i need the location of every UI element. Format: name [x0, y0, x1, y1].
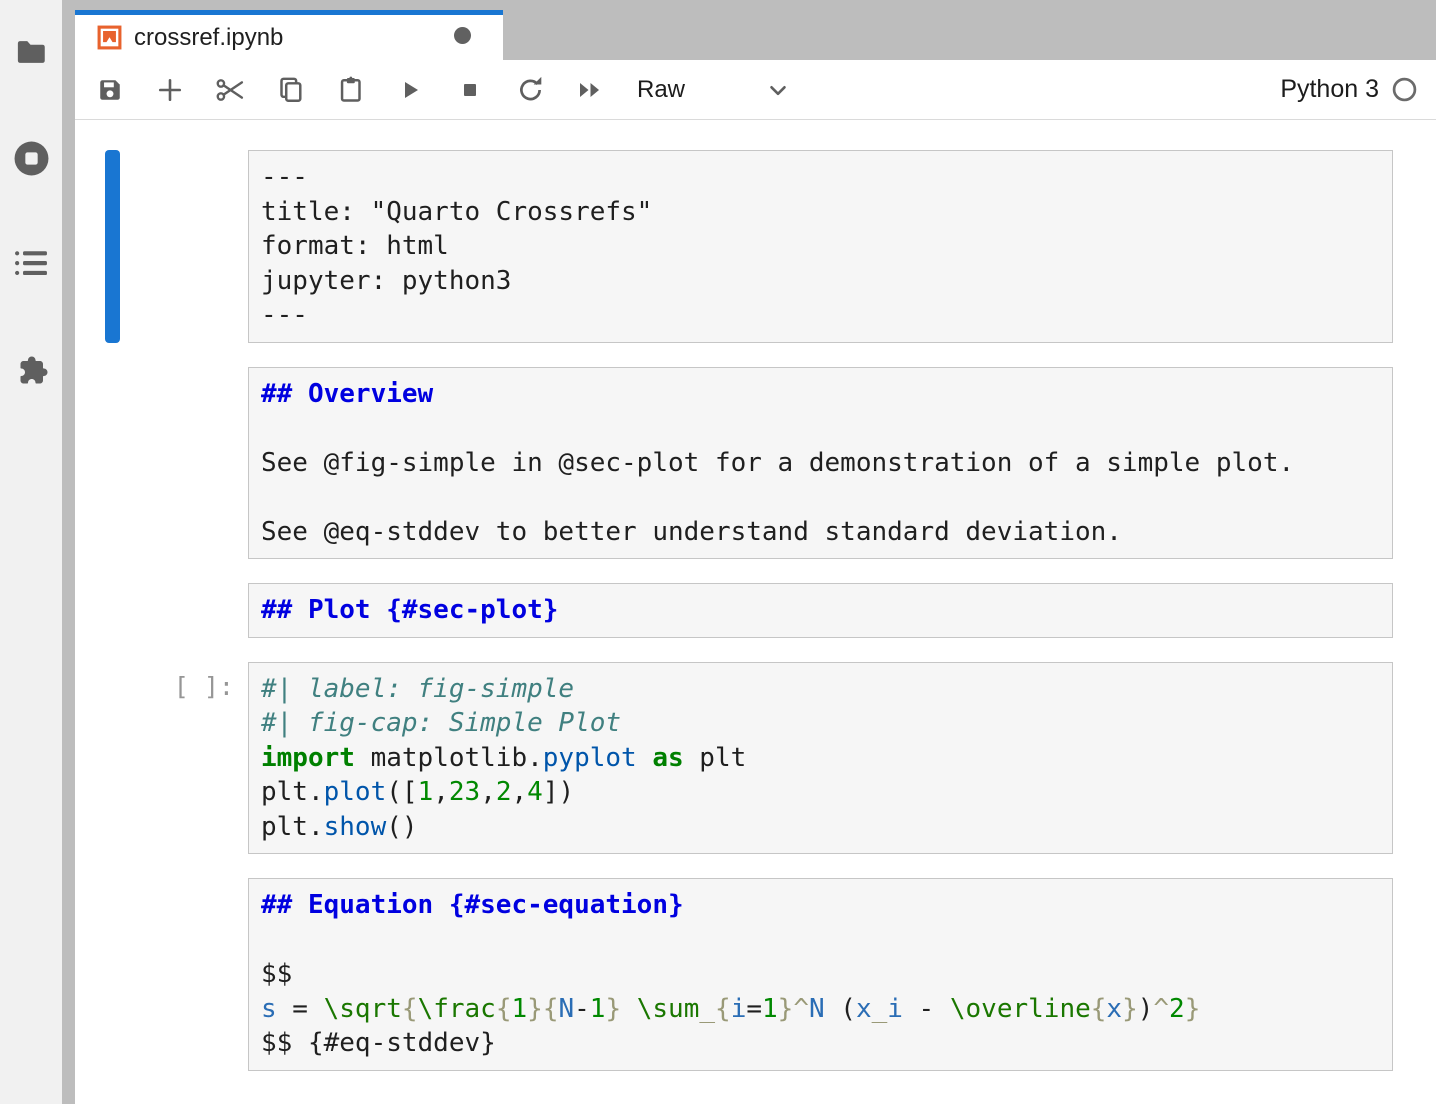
code-line: #| fig-cap: Simple Plot [261, 706, 1380, 741]
execution-count-prompt: [ ]: [174, 672, 234, 701]
code-line: plt.show() [261, 810, 1380, 845]
scissors-icon [215, 77, 245, 103]
cell-gutter [75, 150, 248, 343]
markdown-cell: ## Overview See @fig-simple in @sec-plot… [75, 367, 1436, 560]
fast-forward-icon [576, 78, 604, 102]
code-line: --- [261, 160, 1380, 195]
markdown-cell: ## Equation {#sec-equation} $$s = \sqrt{… [75, 878, 1436, 1071]
cell-editor[interactable]: ## Overview See @fig-simple in @sec-plot… [248, 367, 1393, 560]
active-cell-collapser[interactable] [105, 150, 120, 343]
interrupt-kernel-button[interactable] [457, 77, 483, 103]
sidebar-item-running-sessions[interactable] [0, 135, 62, 181]
notebook-panel: ---title: "Quarto Crossrefs"format: html… [75, 120, 1436, 1071]
code-line: $$ [261, 957, 1380, 992]
cell-editor[interactable]: ## Equation {#sec-equation} $$s = \sqrt{… [248, 878, 1393, 1071]
notebook-toolbar: Raw Python 3 [75, 60, 1436, 120]
cell-gutter [75, 583, 248, 638]
left-activity-bar [0, 0, 62, 1104]
code-line [261, 411, 1380, 446]
cell-editor[interactable]: #| label: fig-simple#| fig-cap: Simple P… [248, 662, 1393, 855]
list-icon [15, 250, 47, 277]
folder-icon [16, 39, 46, 65]
sidebar-item-extension-manager[interactable] [0, 347, 62, 393]
code-line: $$ {#eq-stddev} [261, 1026, 1380, 1061]
save-button[interactable] [97, 77, 123, 103]
code-line: ## Equation {#sec-equation} [261, 888, 1380, 923]
insert-cell-button[interactable] [157, 77, 183, 103]
kernel-name: Python 3 [1280, 75, 1379, 104]
code-line: See @fig-simple in @sec-plot for a demon… [261, 446, 1380, 481]
code-line: format: html [261, 229, 1380, 264]
cell-type-dropdown[interactable]: Raw [637, 76, 791, 104]
cell-gutter [75, 367, 248, 560]
tab-bar: crossref.ipynb [75, 0, 1436, 60]
code-line: jupyter: python3 [261, 264, 1380, 299]
tab-title: crossref.ipynb [134, 24, 283, 52]
main-area: crossref.ipynb [75, 0, 1436, 1104]
code-line: #| label: fig-simple [261, 672, 1380, 707]
code-line: ## Overview [261, 377, 1380, 412]
cell-list: ---title: "Quarto Crossrefs"format: html… [75, 150, 1436, 1071]
cut-cells-button[interactable] [217, 77, 243, 103]
chevron-down-icon [765, 77, 791, 103]
code-line [261, 923, 1380, 958]
tab-crossref-ipynb[interactable]: crossref.ipynb [75, 10, 503, 60]
code-line: plt.plot([1,23,2,4]) [261, 775, 1380, 810]
cell-editor[interactable]: ---title: "Quarto Crossrefs"format: html… [248, 150, 1393, 343]
stop-icon [458, 78, 482, 102]
code-line: title: "Quarto Crossrefs" [261, 195, 1380, 230]
code-line [261, 480, 1380, 515]
paste-cells-button[interactable] [337, 77, 363, 103]
restart-kernel-button[interactable] [517, 77, 543, 103]
code-line: import matplotlib.pyplot as plt [261, 741, 1380, 776]
cell-type-value: Raw [637, 76, 685, 104]
code-line: See @eq-stddev to better understand stan… [261, 515, 1380, 550]
restart-run-all-button[interactable] [577, 77, 603, 103]
raw-cell: ---title: "Quarto Crossrefs"format: html… [75, 150, 1436, 343]
play-icon [398, 78, 422, 102]
cell-editor[interactable]: ## Plot {#sec-plot} [248, 583, 1393, 638]
code-cell: [ ]: #| label: fig-simple#| fig-cap: Simp… [75, 662, 1436, 855]
save-icon [97, 77, 123, 103]
kernel-status-icon [1392, 77, 1417, 102]
copy-cells-button[interactable] [277, 77, 303, 103]
cell-gutter [75, 878, 248, 1071]
code-line: --- [261, 298, 1380, 333]
plus-icon [157, 77, 183, 103]
markdown-cell: ## Plot {#sec-plot} [75, 583, 1436, 638]
copy-icon [277, 76, 304, 103]
sidebar-item-file-browser[interactable] [0, 29, 62, 75]
code-line: ## Plot {#sec-plot} [261, 593, 1380, 628]
puzzle-icon [13, 352, 49, 388]
unsaved-changes-indicator[interactable] [454, 27, 471, 44]
stop-circle-icon [13, 140, 50, 177]
kernel-indicator[interactable]: Python 3 [1280, 75, 1436, 104]
sidebar-item-table-of-contents[interactable] [0, 240, 62, 286]
refresh-icon [517, 76, 544, 103]
run-cell-button[interactable] [397, 77, 423, 103]
code-line: s = \sqrt{\frac{1}{N-1} \sum_{i=1}^N (x_… [261, 992, 1380, 1027]
cell-gutter: [ ]: [75, 662, 248, 855]
notebook-icon [96, 24, 123, 51]
dock-panel-gap [62, 0, 75, 1104]
paste-icon [337, 76, 364, 103]
